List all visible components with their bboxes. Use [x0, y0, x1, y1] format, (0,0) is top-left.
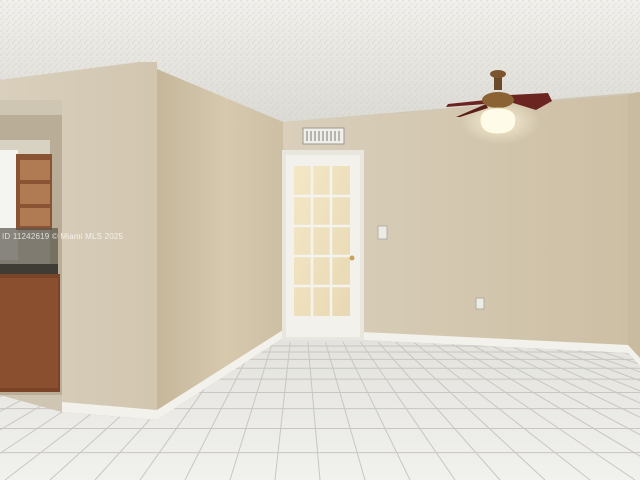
light-switch: [377, 225, 388, 240]
fan-light-bulb: [479, 107, 517, 135]
kitchen-opening: [0, 115, 62, 395]
ac-vent: [302, 127, 345, 145]
door-knob: [349, 255, 355, 261]
right-wall: [628, 92, 640, 362]
mls-watermark: ID 11242619 © Miami MLS 2025: [2, 232, 124, 241]
wall-outlet: [475, 297, 485, 310]
room-photo: ID 11242619 © Miami MLS 2025: [0, 0, 640, 480]
french-door: [282, 150, 364, 340]
